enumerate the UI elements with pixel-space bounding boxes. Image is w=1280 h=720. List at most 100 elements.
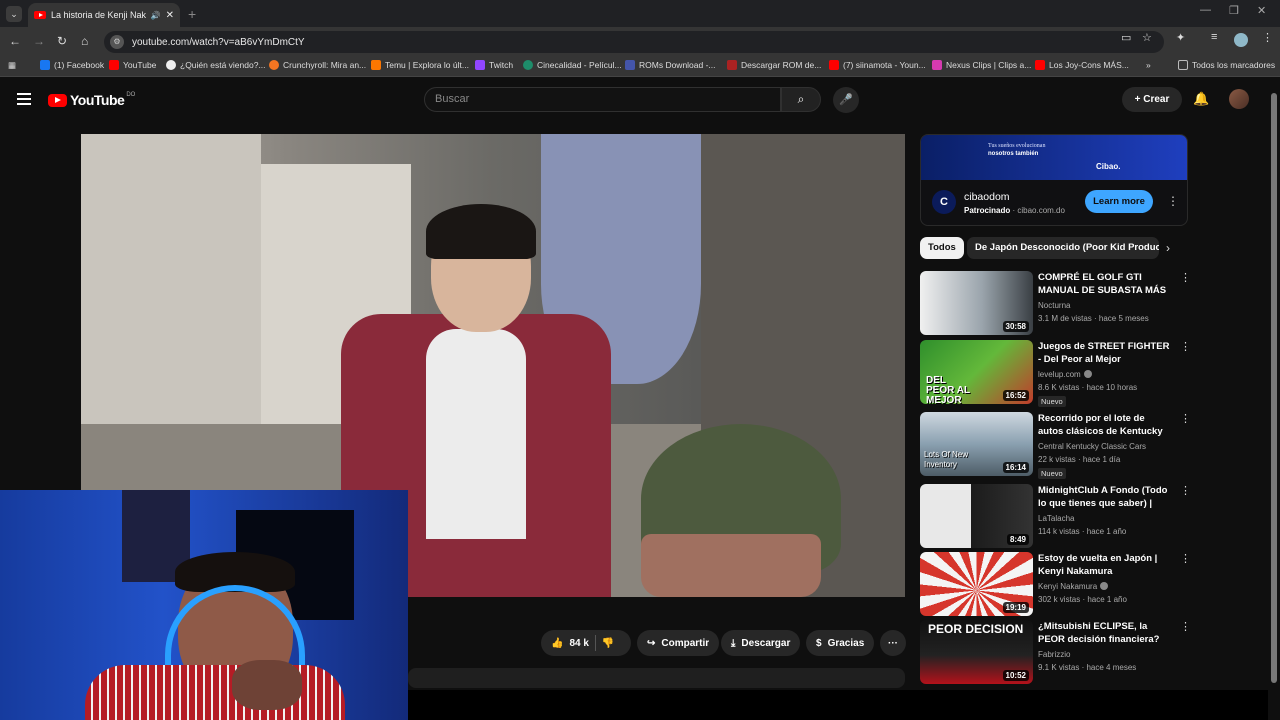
home-icon[interactable]: ⌂ [81,34,88,48]
channel-name[interactable]: Fabrizzio [1038,650,1070,659]
apps-grid-icon[interactable]: ▦ [8,60,16,71]
video-duration: 16:52 [1002,390,1029,401]
description-box[interactable] [408,668,905,688]
video-title[interactable]: COMPRÉ EL GOLF GTI MANUAL DE SUBASTA MÁS… [1038,271,1171,297]
thumbs-down-icon[interactable]: 👎 [602,638,614,649]
bookmark-roms[interactable]: ROMs Download -... [625,60,716,70]
address-bar[interactable]: ⚙ youtube.com/watch?v=aB6vYmDmCtY [104,31,1164,53]
voice-search-button[interactable]: 🎤 [833,87,859,113]
scrollbar-thumb[interactable] [1271,93,1277,683]
video-thumbnail[interactable]: 30:58 [920,271,1033,335]
speaker-icon[interactable]: 🔊 [151,11,161,20]
page-scrollbar[interactable] [1268,81,1280,690]
extensions-icon[interactable]: ✦ [1176,31,1185,44]
site-info-icon[interactable]: ⚙ [110,35,124,49]
bookmark-temu[interactable]: Temu | Explora lo últ... [371,60,469,70]
tab-close-icon[interactable]: ✕ [166,10,174,21]
video-thumbnail[interactable]: DEL PEOR AL MEJOR 16:52 [920,340,1033,404]
url-text[interactable]: youtube.com/watch?v=aB6vYmDmCtY [132,37,305,48]
browser-menu-icon[interactable]: ⋮ [1262,31,1273,44]
recommended-video[interactable]: Lots Of New Inventory 16:14 Recorrido po… [920,412,1191,479]
media-controls-icon[interactable]: ≡ [1211,31,1217,43]
bookmark-crunchyroll[interactable]: Crunchyroll: Mira an... [269,60,366,70]
create-button[interactable]: + Crear [1122,87,1182,112]
recommended-video[interactable]: 19:19 Estoy de vuelta en Japón | Kenyi N… [920,552,1191,616]
sponsored-ad[interactable]: Tus sueños evolucionan nosotros también … [920,134,1188,226]
channel-name[interactable]: LaTalacha [1038,514,1074,523]
thanks-icon: $ [816,637,822,649]
recommended-video[interactable]: 8:49 MidnightClub A Fondo (Todo lo que t… [920,484,1191,548]
account-avatar[interactable] [1229,89,1249,109]
channel-name[interactable]: levelup.com [1038,370,1092,379]
more-bookmarks-icon[interactable]: » [1146,60,1151,70]
ad-menu-icon[interactable]: ⋮ [1167,194,1179,208]
video-title[interactable]: Recorrido por el lote de autos clásicos … [1038,412,1171,438]
bookmark-twitch[interactable]: Twitch [475,60,513,70]
video-title[interactable]: ¿Mitsubishi ECLIPSE, la PEOR decisión fi… [1038,620,1171,646]
channel-name[interactable]: Nocturna [1038,301,1070,310]
search-input[interactable]: Buscar [424,87,781,112]
recommended-video[interactable]: PEOR DECISION 10:52 ¿Mitsubishi ECLIPSE,… [920,620,1191,684]
video-thumbnail[interactable]: PEOR DECISION 10:52 [920,620,1033,684]
youtube-logo[interactable]: YouTube DO [48,92,135,108]
bookmark-cinecalidad[interactable]: Cinecalidad - Películ... [523,60,622,70]
chip-channel[interactable]: De Japón Desconocido (Poor Kid Productio… [967,237,1159,259]
tab-search-icon[interactable]: ⌄ [6,6,22,22]
sponsored-label: Patrocinado [964,206,1011,215]
ad-banner-brand: Cibao. [1096,162,1121,171]
thanks-button[interactable]: $ Gracias [806,630,875,656]
video-menu-icon[interactable]: ⋮ [1180,340,1191,353]
bookmark-star-icon[interactable]: ☆ [1142,31,1152,44]
browser-tab-active[interactable]: La historia de Kenji Nakamura 🔊 ✕ [28,3,180,27]
channel-name[interactable]: Kenyi Nakamura [1038,582,1109,591]
reload-icon[interactable]: ↻ [57,34,67,48]
close-window-icon[interactable]: ✕ [1257,4,1266,17]
video-title[interactable]: Estoy de vuelta en Japón | Kenyi Nakamur… [1038,552,1171,578]
chip-all[interactable]: Todos [920,237,964,259]
cast-icon[interactable]: ▭ [1121,31,1131,44]
bookmark-quien[interactable]: ¿Quién está viendo?... [166,60,266,70]
video-meta: 114 k vistas · hace 1 año [1038,527,1127,536]
recommended-video[interactable]: DEL PEOR AL MEJOR 16:52 Juegos de STREET… [920,340,1191,407]
maximize-icon[interactable]: ❐ [1229,4,1239,17]
video-thumbnail[interactable]: 19:19 [920,552,1033,616]
all-bookmarks[interactable]: Todos los marcadores [1178,60,1275,70]
video-title[interactable]: MidnightClub A Fondo (Todo lo que tienes… [1038,484,1171,510]
search-button[interactable]: ⌕ [781,87,821,112]
video-menu-icon[interactable]: ⋮ [1180,271,1191,284]
recommended-video[interactable]: 30:58 COMPRÉ EL GOLF GTI MANUAL DE SUBAS… [920,271,1191,335]
learn-more-button[interactable]: Learn more [1085,190,1153,213]
back-icon[interactable]: ← [9,34,21,48]
share-button[interactable]: ↪ Compartir [637,630,720,656]
more-actions-button[interactable]: ··· [880,630,906,656]
video-menu-icon[interactable]: ⋮ [1180,620,1191,633]
bookmark-facebook[interactable]: (1) Facebook [40,60,104,70]
webcam-shirt [85,665,345,720]
bookmark-joycons[interactable]: Los Joy-Cons MÁS... [1035,60,1129,70]
bookmark-nexus-clips[interactable]: Nexus Clips | Clips a... [932,60,1031,70]
download-button[interactable]: ⤓ Descargar [721,630,801,656]
channel-name[interactable]: Central Kentucky Classic Cars [1038,442,1146,451]
ad-advertiser: cibaodom [964,191,1010,203]
chevron-right-icon[interactable]: › [1166,241,1170,255]
bookmark-descargar-rom[interactable]: Descargar ROM de... [727,60,821,70]
bookmark-youtube[interactable]: YouTube [109,60,156,70]
bookmark-siinamota[interactable]: (7) siinamota - Youn... [829,60,926,70]
ad-sponsored-line: Patrocinado · cibao.com.do [964,206,1065,215]
video-menu-icon[interactable]: ⋮ [1180,412,1191,425]
minimize-icon[interactable]: — [1200,4,1211,16]
video-menu-icon[interactable]: ⋮ [1180,552,1191,565]
forward-icon[interactable]: → [33,34,45,48]
video-title[interactable]: Juegos de STREET FIGHTER - Del Peor al M… [1038,340,1171,366]
menu-hamburger-icon[interactable] [17,93,31,108]
ad-banner[interactable]: Tus sueños evolucionan nosotros también … [921,135,1187,180]
profile-avatar-icon[interactable] [1234,33,1248,47]
video-menu-icon[interactable]: ⋮ [1180,484,1191,497]
video-thumbnail[interactable]: Lots Of New Inventory 16:14 [920,412,1033,476]
notifications-bell-icon[interactable]: 🔔 [1193,91,1209,107]
video-frame-building [81,134,261,474]
rom-site-icon [727,60,737,70]
like-button[interactable]: 👍 84 k 👎 [541,630,631,656]
video-thumbnail[interactable]: 8:49 [920,484,1033,548]
new-tab-icon[interactable]: + [188,6,196,22]
